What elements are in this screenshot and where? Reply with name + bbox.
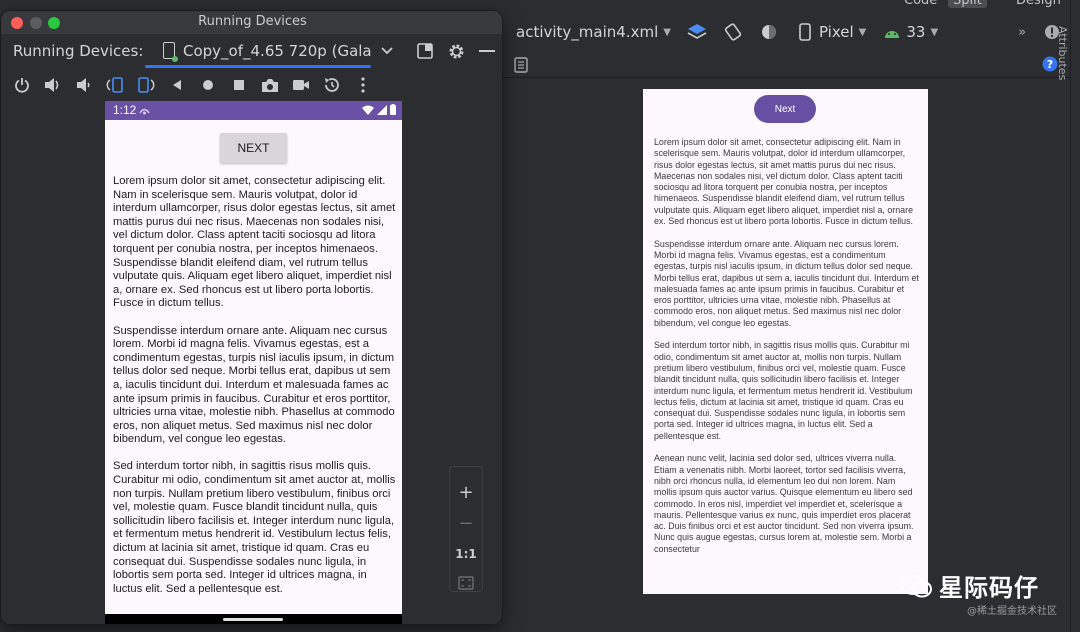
- preview-next-button[interactable]: Next: [754, 95, 816, 123]
- reset-icon[interactable]: [322, 75, 342, 95]
- chevron-down-icon: ▼: [858, 26, 867, 38]
- device-tab-label: Copy_of_4.65 720p (Gala: [183, 42, 372, 60]
- device-tab[interactable]: Copy_of_4.65 720p (Gala: [145, 38, 373, 68]
- android-icon: [882, 22, 902, 42]
- more-icon[interactable]: [353, 75, 373, 95]
- orientation-selector[interactable]: [723, 22, 743, 42]
- phone-icon: [795, 22, 815, 42]
- camera-icon[interactable]: [260, 75, 280, 95]
- rotate-left-icon[interactable]: [105, 75, 125, 95]
- running-devices-label: Running Devices:: [13, 42, 144, 60]
- component-tree-icon[interactable]: [514, 57, 528, 77]
- status-icons: [362, 104, 396, 118]
- attributes-tab-label: Attributes: [1056, 26, 1069, 81]
- watermark-name: 星际码仔: [939, 574, 1039, 602]
- status-time: 1:12: [113, 103, 137, 117]
- zoom-controls: + − 1:1: [449, 466, 483, 592]
- rotate-device-icon: [723, 22, 743, 42]
- api-level-selector[interactable]: 33 ▼: [882, 22, 938, 42]
- overflow-chevron[interactable]: »: [1018, 25, 1026, 40]
- home-icon[interactable]: [198, 75, 218, 95]
- rotate-right-icon[interactable]: [136, 75, 156, 95]
- active-tab-indicator: [145, 65, 371, 68]
- running-devices-window: Running Devices Running Devices: Copy_of…: [0, 10, 503, 625]
- fit-screen-icon[interactable]: [450, 568, 482, 598]
- battery-icon: [390, 104, 396, 118]
- watermark: 星际码仔 @稀土掘金技术社区: [895, 566, 1075, 622]
- zoom-out-button[interactable]: −: [450, 508, 482, 538]
- android-status-bar: 1:12: [105, 101, 402, 120]
- wifi-icon: [362, 104, 374, 118]
- next-button[interactable]: NEXT: [220, 133, 287, 163]
- volume-up-icon[interactable]: [43, 75, 63, 95]
- chevron-down-icon: ▼: [663, 26, 671, 38]
- ide-view-mode-switch: Code Split Design: [900, 0, 1080, 8]
- device-display-area: 1:12 NEXT Lorem ipsum dolor sit amet, co…: [1, 101, 502, 624]
- device-selector-label: Pixel: [818, 23, 854, 41]
- back-icon[interactable]: [167, 75, 187, 95]
- editor-toolbar: activity_main4.xml ▼ Pixel ▼ 33 ▼ »: [503, 12, 1070, 52]
- code-view-tab[interactable]: Code: [904, 0, 937, 8]
- split-view-tab[interactable]: Split: [948, 0, 987, 8]
- volume-down-icon[interactable]: [74, 75, 94, 95]
- emulator-controls: [1, 72, 502, 98]
- preview-body-text: Lorem ipsum dolor sit amet, consectetur …: [654, 137, 919, 554]
- watermark-subtitle: @稀土掘金技术社区: [967, 606, 1057, 617]
- zoom-in-button[interactable]: +: [450, 477, 482, 507]
- window-titlebar: Running Devices: [1, 11, 502, 34]
- gear-icon[interactable]: [446, 41, 466, 61]
- theme-icon: [759, 22, 779, 42]
- design-view-tab[interactable]: Design: [1016, 0, 1061, 8]
- layout-split-icon[interactable]: [415, 41, 435, 61]
- svg-text:?: ?: [1047, 58, 1053, 71]
- design-surface-selector[interactable]: [687, 22, 707, 42]
- window-title: Running Devices: [198, 14, 307, 29]
- layout-preview[interactable]: Next Lorem ipsum dolor sit amet, consect…: [643, 89, 928, 594]
- night-mode-selector[interactable]: [759, 22, 779, 42]
- actual-size-button[interactable]: 1:1: [450, 539, 482, 569]
- android-nav-bar: [105, 614, 402, 624]
- file-selector[interactable]: activity_main4.xml ▼: [516, 23, 671, 41]
- file-tab-label: activity_main4.xml: [516, 23, 659, 41]
- power-icon[interactable]: [12, 75, 32, 95]
- double-chevron-icon: »: [1018, 24, 1027, 40]
- device-selector[interactable]: Pixel ▼: [795, 22, 866, 42]
- api-level-label: 33: [906, 23, 926, 41]
- gesture-handle[interactable]: [223, 618, 283, 621]
- emulator-screen[interactable]: 1:12 NEXT Lorem ipsum dolor sit amet, co…: [105, 101, 402, 624]
- layers-icon: [687, 22, 707, 42]
- screenrecord-icon[interactable]: [291, 75, 311, 95]
- notification-icon: [139, 105, 150, 119]
- chevron-down-icon[interactable]: [381, 44, 393, 59]
- attributes-side-tab[interactable]: Attributes: [1056, 0, 1080, 632]
- minimize-panel-icon[interactable]: [477, 41, 497, 61]
- signal-icon: [377, 104, 387, 118]
- phone-icon: [163, 42, 178, 62]
- editor-subbar: ?: [503, 52, 1070, 78]
- body-text: Lorem ipsum dolor sit amet, consectetur …: [113, 175, 396, 595]
- overview-icon[interactable]: [229, 75, 249, 95]
- wechat-logo-icon: [901, 574, 933, 598]
- chevron-down-icon: ▼: [930, 26, 939, 38]
